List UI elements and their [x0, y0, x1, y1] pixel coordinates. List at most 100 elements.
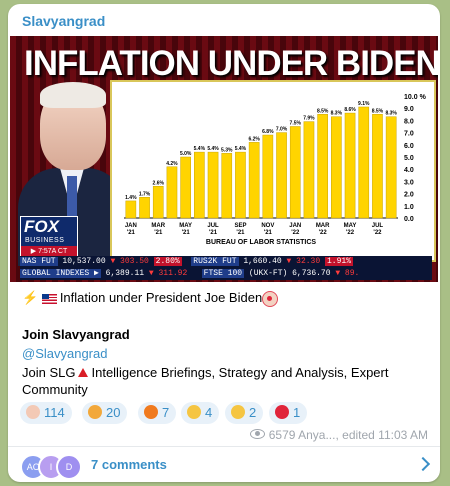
- y-tick-label: 7.0: [404, 131, 414, 138]
- y-tick-label: 5.0: [404, 155, 414, 162]
- chart-bar: [221, 153, 233, 219]
- y-tick-label: 0.0: [404, 216, 414, 223]
- post-first-line: ⚡ Inflation under President Joe Biden: [22, 290, 279, 307]
- x-tick-label: JAN: [125, 223, 137, 229]
- chart-bar: [331, 116, 342, 219]
- bar-value-label: 7.0%: [276, 127, 288, 133]
- x-tick-label: '22: [346, 230, 355, 236]
- image-headline: INFLATION UNDER BIDEN: [24, 44, 438, 83]
- chart-bar: [207, 151, 219, 219]
- bar-value-label: 7.9%: [303, 116, 315, 122]
- fire-icon: [144, 405, 158, 419]
- edited-time: edited 11:03 AM: [342, 428, 428, 442]
- y-tick-label: 1.0: [404, 204, 414, 211]
- x-tick-label: '22: [291, 230, 300, 236]
- x-tick-label: '22: [319, 230, 328, 236]
- y-tick-label: 9.0: [404, 106, 414, 113]
- x-tick-label: '21: [182, 230, 191, 236]
- y-tick-label: 8.0: [404, 118, 414, 125]
- reaction-clown[interactable]: 114: [20, 402, 72, 424]
- chart-bar: [180, 156, 191, 219]
- network-logo: FOX BUSINESS ▶ 7:57A CT: [20, 216, 78, 258]
- reactions-bar: 114 20 7 4 2 1: [20, 402, 440, 424]
- channel-name[interactable]: Slavyangrad: [22, 13, 105, 29]
- comments-count[interactable]: 7 comments: [91, 457, 167, 472]
- post-author: Anya...: [298, 428, 336, 442]
- party-popper-icon: [88, 405, 102, 419]
- inflation-bar-chart: 1.4%1.7%2.6%4.2%5.0%5.4% 5.4% 5.3% 5.4%6.2%…: [124, 94, 427, 246]
- chart-bar: [289, 126, 301, 219]
- bar-value-label: 5.3%: [221, 147, 233, 153]
- chart-bar: [194, 151, 205, 219]
- chart-bar: [276, 132, 287, 219]
- avatar: D: [56, 454, 82, 480]
- chart-bar: [166, 166, 178, 219]
- comments-bar[interactable]: AC I D 7 comments: [8, 447, 440, 482]
- bar-value-label: 9.1%: [358, 101, 370, 107]
- channel-link[interactable]: @Slavyangrad: [22, 346, 107, 361]
- x-tick-label: '21: [127, 230, 136, 236]
- x-tick-label: '21: [236, 230, 245, 236]
- reaction-heart[interactable]: 1: [269, 402, 308, 424]
- reaction-clap[interactable]: 4: [181, 402, 220, 424]
- bar-value-label: 2.6%: [153, 180, 165, 186]
- chart-bar: [385, 116, 397, 219]
- chart-bar: [358, 106, 370, 219]
- bar-value-label: 5.4%: [207, 146, 219, 152]
- chart-bar: [303, 121, 315, 219]
- chart-bar: [125, 200, 137, 219]
- clown-icon: [262, 290, 279, 307]
- bar-value-label: 5.4%: [235, 146, 247, 152]
- chart-bar: [317, 114, 328, 219]
- chart-bar: [139, 197, 150, 219]
- stock-ticker: NAS FUT 10,537.00 ▼ 303.50 2.80% RUS2K F…: [20, 256, 432, 280]
- bar-value-label: 7.5%: [290, 121, 302, 127]
- clown-icon: [26, 405, 40, 419]
- thumbs-up-icon: [231, 405, 245, 419]
- y-tick-label: 3.0: [404, 179, 414, 186]
- bar-value-label: 5.0%: [180, 151, 192, 157]
- chart-bar: [372, 114, 383, 219]
- join-description: Join SLG Intelligence Briefings, Strategy…: [22, 365, 389, 397]
- bar-value-label: 8.5%: [372, 108, 384, 114]
- chart-source-label: BUREAU OF LABOR STATISTICS: [206, 239, 317, 246]
- heart-icon: [275, 405, 289, 419]
- red-triangle-icon: [78, 368, 89, 377]
- post-meta: 6579 Anya..., edited 11:03 AM: [249, 428, 428, 442]
- y-tick-label: 6.0: [404, 143, 414, 150]
- reaction-fire[interactable]: 7: [138, 402, 177, 424]
- bar-value-label: 8.3%: [331, 111, 343, 117]
- x-tick-label: NOV: [261, 223, 274, 229]
- y-tick-label: 4.0: [404, 167, 414, 174]
- x-tick-label: JUL: [372, 223, 384, 229]
- lightning-icon: ⚡: [22, 290, 39, 305]
- clapping-hands-icon: [187, 405, 201, 419]
- bar-value-label: 1.7%: [139, 191, 151, 197]
- chart-bar: [248, 142, 260, 219]
- join-title: Join Slavyangrad: [22, 327, 130, 342]
- reaction-party[interactable]: 20: [82, 402, 128, 424]
- x-tick-label: '21: [154, 230, 163, 236]
- chart-bar: [235, 151, 246, 219]
- x-tick-label: MAR: [316, 223, 330, 229]
- bar-value-label: 6.8%: [262, 129, 274, 135]
- x-tick-label: MAY: [344, 223, 357, 229]
- us-flag-icon: [41, 293, 57, 304]
- x-tick-label: '21: [264, 230, 273, 236]
- bar-value-label: 8.3%: [385, 111, 397, 117]
- bar-value-label: 8.5%: [317, 108, 329, 114]
- x-tick-label: JUL: [207, 223, 219, 229]
- x-tick-label: SEP: [234, 223, 246, 229]
- bar-value-label: 4.2%: [166, 161, 178, 167]
- post-image[interactable]: INFLATION UNDER BIDEN 1.4% 1.7% 2.6% 4.2% 5.…: [10, 36, 438, 282]
- view-count: 6579: [268, 428, 296, 442]
- x-tick-label: MAR: [151, 223, 165, 229]
- bar-value-label: 1.4%: [125, 195, 137, 201]
- x-tick-label: '22: [373, 230, 382, 236]
- y-tick-label: 10.0 %: [404, 94, 427, 101]
- inflation-chart: 1.4% 1.7% 2.6% 4.2% 5.0% 5.4% 5.4% 5.3% 5.4% 6.2%…: [110, 80, 436, 262]
- chevron-right-icon[interactable]: [415, 456, 431, 472]
- eye-icon: [249, 429, 265, 439]
- reaction-thumbs-up[interactable]: 2: [225, 402, 264, 424]
- bar-value-label: 8.6%: [344, 107, 356, 113]
